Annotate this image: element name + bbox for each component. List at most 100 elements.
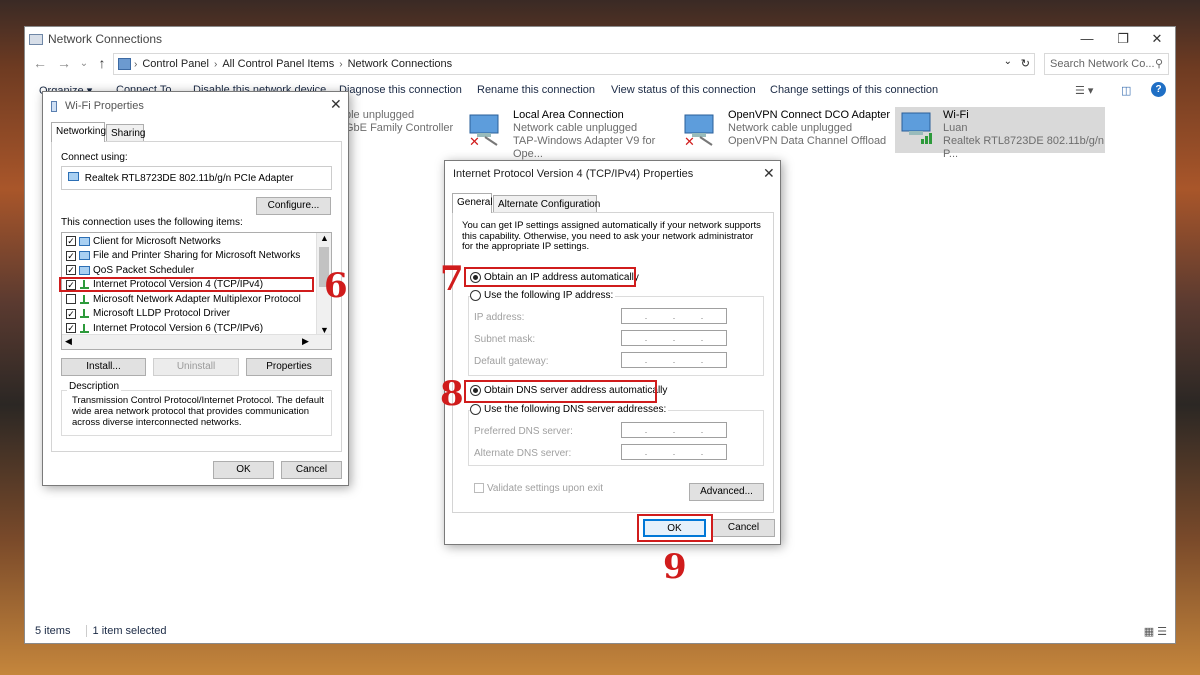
horizontal-scrollbar[interactable]: ◀ ▶ bbox=[62, 334, 331, 349]
list-item[interactable]: ✓ File and Printer Sharing for Microsoft … bbox=[62, 249, 316, 264]
uninstall-button: Uninstall bbox=[153, 358, 239, 376]
chevron-left-icon[interactable]: ◀ bbox=[65, 336, 72, 347]
rename-button[interactable]: Rename this connection bbox=[477, 84, 595, 96]
connection-name: Local Area Connection bbox=[513, 109, 624, 121]
connection-ethernet[interactable]: ble unplugged GbE Family Controller bbox=[345, 109, 465, 153]
title-bar: Network Connections bbox=[25, 27, 1175, 51]
network-card-icon bbox=[68, 172, 79, 181]
connection-status: Network cable unplugged bbox=[513, 122, 638, 134]
chevron-right-icon[interactable]: ▶ bbox=[302, 336, 309, 347]
item-count: 5 items bbox=[35, 625, 71, 637]
connection-status: Luan bbox=[943, 122, 968, 134]
cancel-button[interactable]: Cancel bbox=[281, 461, 342, 479]
svg-text:✕: ✕ bbox=[684, 135, 695, 147]
alternate-dns-field: ... bbox=[621, 444, 727, 460]
close-icon[interactable]: ✕ bbox=[330, 96, 342, 113]
step-8-label: 8 bbox=[440, 374, 464, 414]
use-following-dns-radio[interactable]: Use the following DNS server addresses: bbox=[470, 404, 669, 416]
minimize-button[interactable]: — bbox=[1069, 29, 1105, 49]
adapter-name: Realtek RTL8723DE 802.11b/g/n PCIe Adapt… bbox=[84, 173, 294, 184]
breadcrumb-separator-icon: › bbox=[134, 58, 138, 70]
dialog-title-bar: Internet Protocol Version 4 (TCP/IPv4) P… bbox=[445, 161, 780, 187]
properties-button[interactable]: Properties bbox=[246, 358, 332, 376]
help-icon[interactable]: ? bbox=[1151, 82, 1166, 97]
description-label: Description bbox=[67, 381, 122, 392]
connection-openvpn[interactable]: ✕ OpenVPN Connect DCO Adapter Network ca… bbox=[682, 109, 892, 153]
network-adapter-icon: ✕ bbox=[467, 113, 503, 150]
install-button[interactable]: Install... bbox=[61, 358, 146, 376]
close-icon[interactable]: ✕ bbox=[763, 165, 775, 182]
view-toggle-icon[interactable]: ▦ ☰ bbox=[1144, 625, 1167, 638]
step-9-label: 9 bbox=[663, 547, 687, 587]
cancel-button[interactable]: Cancel bbox=[712, 519, 775, 537]
connection-device: GbE Family Controller bbox=[345, 122, 454, 134]
back-arrow-icon[interactable]: ← bbox=[31, 55, 49, 71]
list-item[interactable]: Microsoft Network Adapter Multiplexor Pr… bbox=[62, 292, 316, 307]
configure-button[interactable]: Configure... bbox=[256, 197, 331, 215]
address-bar[interactable]: › Control Panel › All Control Panel Item… bbox=[113, 53, 1035, 75]
chevron-up-icon[interactable]: ▲ bbox=[320, 233, 329, 243]
recent-chevron-icon[interactable]: ⌄ bbox=[75, 58, 93, 69]
chevron-down-icon[interactable]: ⌄ bbox=[1004, 56, 1012, 67]
connection-device: Realtek RTL8723DE 802.11b/g/n P... bbox=[943, 135, 1105, 160]
advanced-button[interactable]: Advanced... bbox=[689, 483, 764, 501]
checkbox[interactable] bbox=[66, 294, 76, 305]
tab-general[interactable]: General bbox=[452, 193, 493, 213]
tab-networking[interactable]: Networking bbox=[51, 122, 106, 142]
radio-unselected[interactable] bbox=[470, 404, 481, 415]
breadcrumb-network-connections[interactable]: Network Connections bbox=[348, 58, 453, 70]
checkbox[interactable]: ✓ bbox=[66, 308, 76, 319]
up-arrow-icon[interactable]: ↑ bbox=[93, 55, 111, 71]
ip-address-label: IP address: bbox=[474, 312, 525, 323]
subnet-mask-label: Subnet mask: bbox=[474, 334, 536, 345]
dialog-title: Wi-Fi Properties bbox=[65, 100, 144, 112]
search-icon: ⚲ bbox=[1154, 58, 1163, 70]
list-item-label: Client for Microsoft Networks bbox=[93, 235, 221, 247]
control-panel-icon bbox=[118, 58, 131, 70]
ok-button[interactable]: OK bbox=[213, 461, 274, 479]
connection-status: Network cable unplugged bbox=[728, 122, 853, 134]
status-bar: 5 items 1 item selected bbox=[35, 625, 167, 637]
radio-label: Use the following DNS server addresses: bbox=[484, 404, 667, 416]
search-placeholder: Search Network Co... bbox=[1050, 58, 1155, 70]
use-following-ip-radio[interactable]: Use the following IP address: bbox=[470, 290, 616, 302]
connection-local-area[interactable]: ✕ Local Area Connection Network cable un… bbox=[467, 109, 677, 160]
list-item[interactable]: ✓ QoS Packet Scheduler bbox=[62, 263, 316, 278]
checkbox[interactable]: ✓ bbox=[66, 323, 76, 334]
radio-unselected[interactable] bbox=[470, 290, 481, 301]
network-service-icon bbox=[79, 251, 90, 261]
checkbox[interactable]: ✓ bbox=[66, 250, 76, 261]
view-options-icon[interactable]: ☰ ▾ bbox=[1075, 84, 1093, 97]
checkbox[interactable]: ✓ bbox=[66, 265, 76, 276]
connection-wifi[interactable]: Wi-Fi Luan Realtek RTL8723DE 802.11b/g/n… bbox=[895, 107, 1105, 160]
forward-arrow-icon[interactable]: → bbox=[55, 55, 73, 71]
checkbox[interactable]: ✓ bbox=[66, 236, 76, 247]
change-settings-button[interactable]: Change settings of this connection bbox=[770, 84, 938, 96]
network-service-icon bbox=[79, 265, 90, 275]
highlight-obtain-dns bbox=[464, 380, 657, 403]
preview-pane-icon[interactable]: ◫ bbox=[1121, 84, 1131, 97]
svg-text:✕: ✕ bbox=[469, 135, 480, 147]
list-item[interactable]: ✓ Client for Microsoft Networks bbox=[62, 234, 316, 249]
breadcrumb-separator-icon: › bbox=[339, 58, 343, 70]
step-7-label: 7 bbox=[440, 259, 464, 299]
view-status-button[interactable]: View status of this connection bbox=[611, 84, 756, 96]
protocol-icon bbox=[79, 294, 90, 304]
tab-sharing[interactable]: Sharing bbox=[106, 124, 145, 142]
search-input[interactable]: Search Network Co... ⚲ bbox=[1044, 53, 1169, 75]
network-folder-icon bbox=[29, 33, 43, 45]
refresh-icon[interactable]: ↻ bbox=[1021, 57, 1030, 70]
highlight-ok-button bbox=[637, 514, 713, 542]
list-item-label: QoS Packet Scheduler bbox=[93, 264, 195, 276]
dialog-title-bar: Wi-Fi Properties bbox=[43, 92, 348, 120]
close-button[interactable]: ✕ bbox=[1139, 29, 1175, 49]
tab-alternate-configuration[interactable]: Alternate Configuration bbox=[493, 195, 600, 213]
maximize-button[interactable]: ❐ bbox=[1105, 29, 1141, 49]
window-title: Network Connections bbox=[48, 32, 163, 46]
breadcrumb-control-panel[interactable]: Control Panel bbox=[142, 58, 209, 70]
list-item-label: Internet Protocol Version 6 (TCP/IPv6) bbox=[93, 322, 264, 334]
breadcrumb-all-items[interactable]: All Control Panel Items bbox=[222, 58, 334, 70]
diagnose-button[interactable]: Diagnose this connection bbox=[339, 84, 462, 96]
wifi-adapter-icon bbox=[899, 111, 935, 145]
list-item[interactable]: ✓ Microsoft LLDP Protocol Driver bbox=[62, 307, 316, 322]
